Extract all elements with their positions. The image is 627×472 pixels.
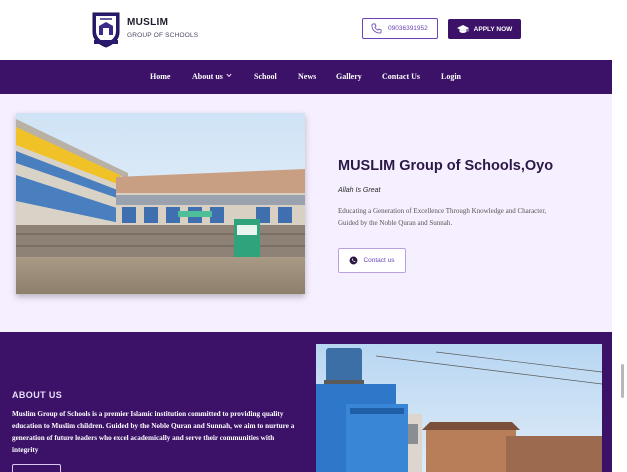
whatsapp-icon [349,256,358,265]
school-building-photo [16,113,305,294]
nav-item-login[interactable]: Login [441,72,461,81]
about-section: ABOUT US Muslim Group of Schools is a pr… [0,332,612,472]
hero-tagline: Allah Is Great [338,187,381,194]
nav-item-about-us-label: About us [192,72,223,81]
hero-title: MUSLIM Group of Schools,Oyo [338,158,554,174]
top-header: MUSLIM GROUP OF SCHOOLS 09036391952 APPL… [0,0,612,60]
about-text: Muslim Group of Schools is a premier Isl… [12,410,295,454]
brand-name: MUSLIM [127,17,169,28]
nav-item-contact-us[interactable]: Contact Us [382,72,420,81]
hero-section: MUSLIM Group of Schools,Oyo Allah Is Gre… [0,94,612,332]
hero-description: Educating a Generation of Excellence Thr… [338,207,547,227]
apply-now-label: APPLY NOW [473,25,513,33]
nav-item-home[interactable]: Home [150,72,170,81]
vertical-scrollbar-thumb[interactable] [621,364,624,398]
about-read-more-button[interactable] [12,464,61,472]
school-crest-logo[interactable] [90,10,122,48]
phone-button[interactable]: 09036391952 [362,18,438,39]
nav-item-about-us[interactable]: About us [192,72,232,81]
nav-item-school[interactable]: School [254,72,277,81]
chevron-down-icon [226,73,232,78]
school-gate-photo [316,344,602,472]
about-heading: ABOUT US [12,390,63,400]
page: MUSLIM GROUP OF SCHOOLS 09036391952 APPL… [0,0,612,472]
nav-item-gallery[interactable]: Gallery [336,72,362,81]
contact-us-label: Contact us [363,257,395,264]
vertical-scrollbar-track[interactable] [612,0,627,472]
contact-us-button[interactable]: Contact us [338,248,406,273]
apply-now-button[interactable]: APPLY NOW [448,19,521,39]
graduation-cap-icon [456,24,469,33]
nav-item-news[interactable]: News [298,72,316,81]
phone-icon [371,23,382,34]
phone-number: 09036391952 [388,25,428,32]
main-navigation: Home About us School News Gallery Contac… [0,60,612,94]
brand-subtitle: GROUP OF SCHOOLS [127,32,199,39]
